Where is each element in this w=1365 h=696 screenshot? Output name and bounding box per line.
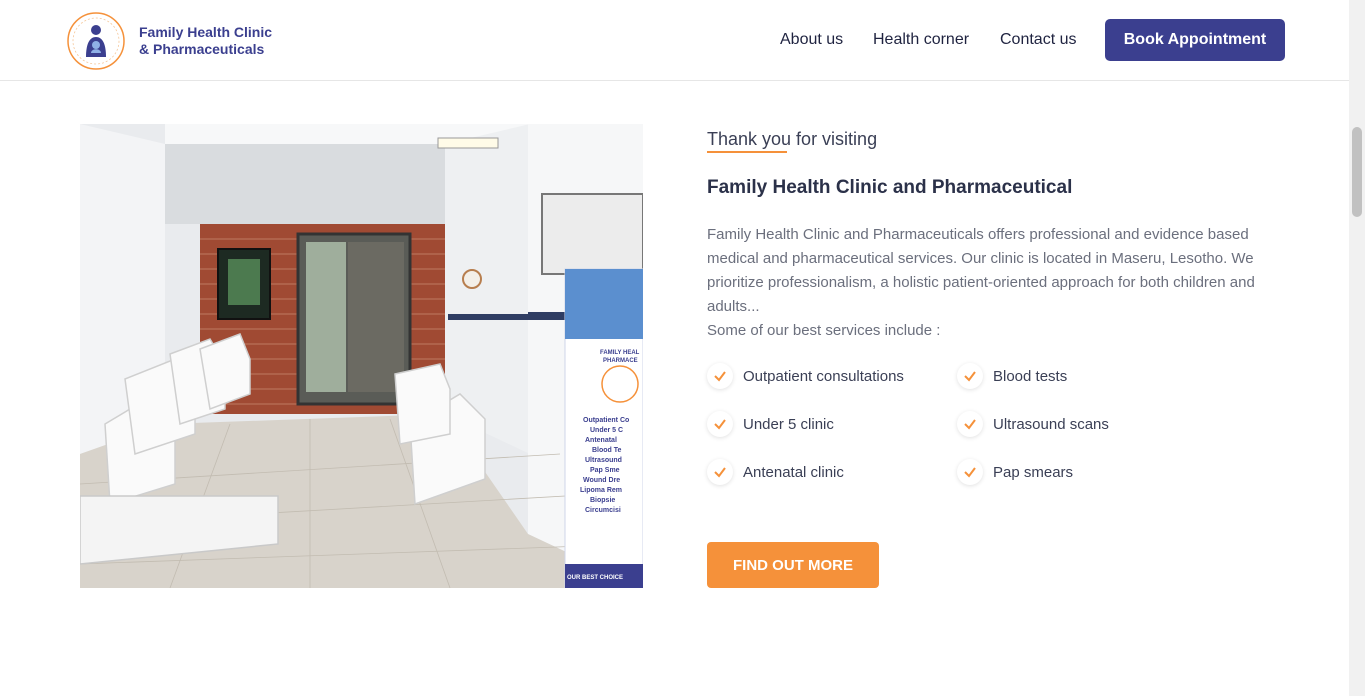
banner-text-12: Circumcisi [585, 507, 621, 514]
service-item: Under 5 clinic [707, 411, 834, 437]
find-out-more-button[interactable]: FIND OUT MORE [707, 542, 879, 588]
service-label: Ultrasound scans [993, 415, 1109, 433]
section-eyebrow: Thank you for visiting [707, 129, 878, 149]
services-intro: Some of our best services include : [707, 322, 941, 339]
checkmark-icon [957, 459, 983, 485]
service-item: Outpatient consultations [707, 363, 904, 389]
book-appointment-button[interactable]: Book Appointment [1105, 19, 1285, 61]
banner-text-5: Antenatal [585, 437, 617, 444]
service-label: Outpatient consultations [743, 367, 904, 385]
banner-text-13: OUR BEST CHOICE [567, 575, 623, 581]
scrollbar-thumb[interactable] [1352, 127, 1362, 217]
banner-text-6: Blood Te [592, 447, 622, 454]
service-label: Under 5 clinic [743, 415, 834, 433]
banner-text-10: Lipoma Rem [580, 487, 622, 494]
checkmark-icon [707, 363, 733, 389]
banner-text-3: Outpatient Co [583, 417, 629, 424]
checkmark-icon [707, 459, 733, 485]
section-description: Family Health Clinic and Pharmaceuticals… [707, 223, 1267, 343]
eyebrow-underline [707, 151, 787, 153]
clinic-waiting-room-photo: FAMILY HEAL PHARMACE Outpatient Co Under… [80, 124, 643, 588]
brand-line-1: Family Health Clinic [139, 24, 273, 40]
service-label: Blood tests [993, 367, 1068, 385]
nav-about-us[interactable]: About us [780, 31, 843, 49]
brand-line-2: & Pharmaceuticals [139, 41, 265, 57]
brand-name[interactable]: Family Health Clinic & Pharmaceuticals [139, 24, 272, 58]
checkmark-icon [707, 411, 733, 437]
checkmark-icon [957, 363, 983, 389]
site-header: Family Health Clinic & Pharmaceuticals A… [0, 0, 1349, 81]
service-label: Antenatal clinic [743, 463, 844, 481]
banner-text-11: Biopsie [590, 497, 615, 504]
service-item: Antenatal clinic [707, 459, 844, 485]
banner-text-4: Under 5 C [590, 427, 623, 434]
service-label: Pap smears [993, 463, 1074, 481]
nav-contact-us[interactable]: Contact us [1000, 31, 1076, 49]
banner-text-8: Pap Sme [590, 467, 620, 474]
description-paragraph: Family Health Clinic and Pharmaceuticals… [707, 226, 1255, 315]
nav-health-corner[interactable]: Health corner [873, 31, 969, 49]
checkmark-icon [957, 411, 983, 437]
section-title: Family Health Clinic and Pharmaceutical [707, 177, 1073, 198]
service-item: Blood tests [957, 363, 1067, 389]
clinic-logo[interactable] [66, 11, 126, 71]
service-item: Ultrasound scans [957, 411, 1109, 437]
banner-text-2: PHARMACE [603, 358, 638, 364]
banner-text-1: FAMILY HEAL [600, 350, 640, 356]
banner-text-9: Wound Dre [583, 477, 620, 484]
banner-text-7: Ultrasound [585, 457, 622, 464]
page-scrollbar[interactable] [1349, 0, 1365, 696]
service-item: Pap smears [957, 459, 1073, 485]
